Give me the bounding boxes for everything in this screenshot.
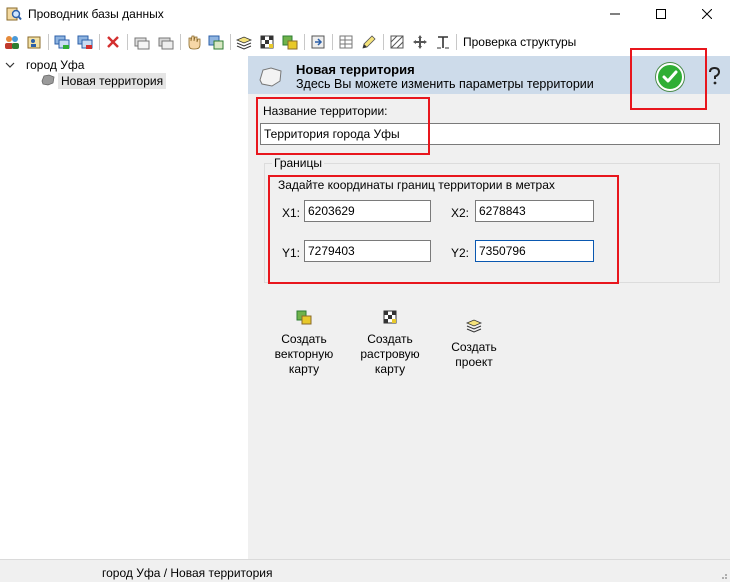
action-label-line: векторную	[274, 347, 334, 361]
panel-title: Новая территория	[296, 62, 415, 77]
remove-layer-icon[interactable]	[76, 33, 94, 51]
toolbar-separator	[456, 34, 457, 50]
title-bar: Проводник базы данных	[0, 0, 730, 28]
toolbar-separator	[127, 34, 128, 50]
vector-map-icon	[296, 310, 312, 325]
action-label-line: карту	[374, 362, 406, 376]
add-layer-icon[interactable]	[53, 33, 71, 51]
chevron-down-icon[interactable]	[5, 60, 15, 70]
stack-icon[interactable]	[133, 33, 151, 51]
highlight-apply-area	[630, 48, 707, 110]
create-raster-map-button[interactable]: Создать растровую карту	[352, 308, 428, 377]
grid-icon[interactable]	[388, 33, 406, 51]
text-icon[interactable]	[434, 33, 452, 51]
export-icon[interactable]	[309, 33, 327, 51]
delete-icon[interactable]	[104, 33, 122, 51]
map-layers-icon[interactable]	[207, 33, 225, 51]
tree-item-territory[interactable]: Новая территория	[58, 73, 167, 89]
create-vector-map-button[interactable]: Создать векторную карту	[268, 308, 340, 377]
move-icon[interactable]	[411, 33, 429, 51]
raster-map-icon	[383, 310, 397, 324]
pencil-icon[interactable]	[360, 33, 378, 51]
action-label-line: проект	[455, 355, 493, 369]
status-bar: город Уфа / Новая территория	[0, 559, 730, 582]
table-icon[interactable]	[337, 33, 355, 51]
raster-icon[interactable]	[258, 33, 276, 51]
status-path: город Уфа / Новая территория	[102, 566, 273, 580]
check-structure-button[interactable]: Проверка структуры	[463, 35, 576, 49]
project-icon	[465, 319, 483, 333]
territory-shape-icon	[259, 67, 282, 87]
action-label-line: Создать	[451, 340, 497, 354]
toolbar-separator	[332, 34, 333, 50]
highlight-bounds-area	[268, 175, 619, 284]
hand-icon[interactable]	[185, 33, 203, 51]
tree-panel	[0, 56, 246, 559]
action-label-line: карту	[288, 362, 320, 376]
toolbar-separator	[180, 34, 181, 50]
panel-subtitle: Здесь Вы можете изменить параметры терри…	[296, 77, 594, 91]
territory-icon	[41, 74, 55, 86]
database-explorer-icon	[6, 7, 22, 21]
user-card-icon[interactable]	[26, 33, 44, 51]
toolbar-separator	[99, 34, 100, 50]
close-icon	[702, 9, 712, 19]
close-button[interactable]	[684, 0, 730, 28]
toolbar: Проверка структуры	[0, 30, 730, 54]
toolbar-separator	[383, 34, 384, 50]
action-label-line: Создать	[367, 332, 413, 346]
tree-item-city[interactable]: город Уфа	[26, 57, 84, 73]
maximize-button[interactable]	[638, 0, 684, 28]
minimize-icon	[610, 13, 620, 15]
users-icon[interactable]	[3, 33, 21, 51]
stack-alt-icon[interactable]	[157, 33, 175, 51]
highlight-name-area	[256, 97, 430, 155]
help-icon[interactable]	[706, 66, 722, 86]
resize-grip-icon[interactable]	[718, 570, 728, 580]
create-project-button[interactable]: Создать проект	[440, 316, 508, 370]
bounds-group-title: Границы	[272, 156, 324, 170]
action-label-line: Создать	[281, 332, 327, 346]
toolbar-separator	[230, 34, 231, 50]
action-label-line: растровую	[360, 347, 420, 361]
maximize-icon	[656, 9, 666, 19]
toolbar-separator	[48, 34, 49, 50]
vector-icon[interactable]	[281, 33, 299, 51]
toolbar-separator	[304, 34, 305, 50]
window-title: Проводник базы данных	[28, 7, 164, 21]
minimize-button[interactable]	[592, 0, 638, 28]
project-icon[interactable]	[235, 33, 253, 51]
